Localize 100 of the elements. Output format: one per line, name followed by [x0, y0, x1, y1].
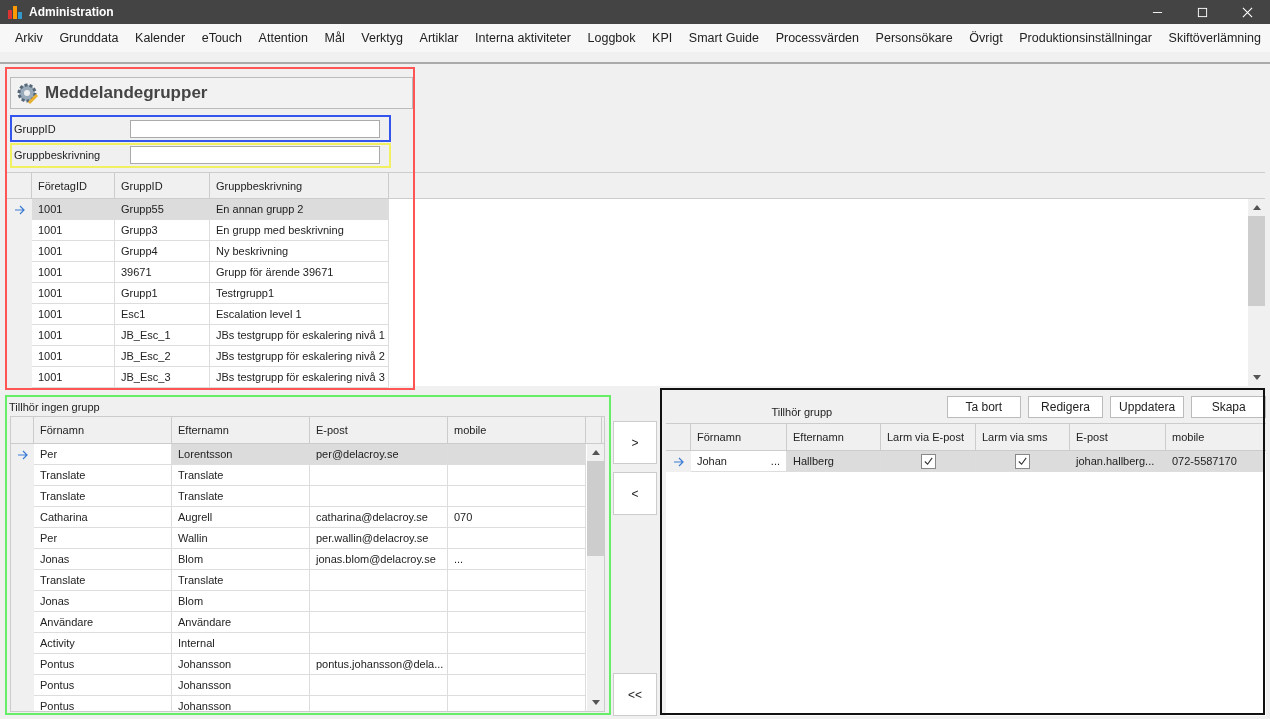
menu-item[interactable]: Grunddata: [59, 31, 119, 45]
table-row[interactable]: Användare Användare: [11, 612, 587, 633]
gear-icon: [15, 81, 39, 105]
menu-item[interactable]: Loggbok: [587, 31, 636, 45]
action-button[interactable]: Redigera: [1028, 396, 1103, 418]
menu-item[interactable]: Kalender: [135, 31, 186, 45]
table-cell: Pontus: [40, 658, 75, 670]
table-row[interactable]: Catharina Augrell catharina@delacroy.se 070: [11, 507, 587, 528]
column-header[interactable]: Förnamn: [691, 424, 787, 450]
column-header[interactable]: E-post: [1070, 424, 1166, 450]
column-header[interactable]: Efternamn: [172, 417, 310, 443]
table-cell: Johan: [697, 455, 727, 467]
column-header[interactable]: Larm via E-post: [881, 424, 976, 450]
menu-item[interactable]: Verktyg: [361, 31, 403, 45]
menu-item[interactable]: eTouch: [201, 31, 242, 45]
table-cell: Translate: [178, 469, 224, 481]
menu-item[interactable]: Interna aktiviteter: [475, 31, 571, 45]
check-icon: [922, 455, 934, 467]
ellipsis-button[interactable]: ...: [454, 553, 464, 565]
table-row[interactable]: 1001 JB_Esc_3 JBs testgrupp för eskalering nivå 3: [7, 367, 390, 388]
input-field[interactable]: [130, 120, 380, 138]
action-button[interactable]: Skapa: [1191, 396, 1266, 418]
menu-item[interactable]: Personsökare: [875, 31, 953, 45]
table-row[interactable]: Per Lorentsson per@delacroy.se: [11, 444, 587, 465]
field-label: Gruppbeskrivning: [14, 149, 102, 161]
table-cell: Hallberg: [793, 455, 834, 467]
table-cell: 1001: [32, 199, 115, 220]
table-row[interactable]: 1001 JB_Esc_2 JBs testgrupp för eskalering nivå 2: [7, 346, 390, 367]
move-button[interactable]: <: [613, 472, 657, 515]
table-row[interactable]: Jonas Blom: [11, 591, 587, 612]
arrow-icon: [16, 449, 29, 460]
column-header[interactable]: FöretagID: [32, 173, 115, 198]
menu-item[interactable]: Skiftöverlämning: [1168, 31, 1261, 45]
table-row[interactable]: Jonas Blom jonas.blom@delacroy.se ...: [11, 549, 587, 570]
table-cell: Lorentsson: [178, 448, 233, 460]
table-row[interactable]: 1001 39671 Grupp för ärende 39671: [7, 262, 390, 283]
check-icon: [1017, 455, 1028, 467]
menu-item[interactable]: Produktionsinställningar: [1019, 31, 1152, 45]
action-button[interactable]: Ta bort: [946, 396, 1022, 418]
column-header[interactable]: mobile: [448, 417, 586, 443]
table-cell: Augrell: [178, 511, 213, 523]
table-row[interactable]: 1001 Grupp55 En annan grupp 2: [7, 199, 390, 220]
column-header[interactable]: mobile: [1166, 424, 1265, 450]
scrollbar[interactable]: [1248, 199, 1265, 386]
table-row[interactable]: 1001 Grupp1 Testrgrupp1: [7, 283, 390, 304]
table-row[interactable]: Pontus Johansson pontus.johansson@dela...: [11, 654, 587, 675]
scrollbar[interactable]: [587, 444, 604, 711]
panel-title: Tillhör ingen grupp: [9, 400, 101, 415]
table-cell: Användare: [40, 616, 94, 628]
table-row[interactable]: 1001 Grupp4 Ny beskrivning: [7, 241, 390, 262]
table-cell: Johansson: [178, 679, 232, 691]
table-row[interactable]: Johan ... Hallberg johan.hallberg... 072-5587170: [666, 451, 1266, 472]
arrow-icon: [672, 456, 685, 467]
table-row[interactable]: 1001 Esc1 Escalation level 1: [7, 304, 390, 325]
table-row[interactable]: Pontus Johansson: [11, 696, 587, 711]
table-cell: 072-5587170: [1172, 455, 1237, 467]
table-cell: Translate: [40, 469, 86, 481]
ellipsis-button[interactable]: ...: [770, 455, 780, 467]
table-cell: Jonas: [40, 553, 70, 565]
table-row[interactable]: 1001 JB_Esc_1 JBs testgrupp för eskalering nivå 1: [7, 325, 390, 346]
table-row[interactable]: Activity Internal: [11, 633, 587, 654]
column-header[interactable]: E-post: [310, 417, 448, 443]
menu-item[interactable]: Processvärden: [775, 31, 859, 45]
menu-item[interactable]: Övrigt: [969, 31, 1003, 45]
arrow-icon: [13, 204, 26, 215]
checkbox[interactable]: [920, 453, 936, 469]
column-header[interactable]: Larm via sms: [976, 424, 1070, 450]
table-cell: Pontus: [40, 679, 75, 691]
table-row[interactable]: Translate Translate: [11, 486, 587, 507]
menu-item[interactable]: Smart Guide: [688, 31, 760, 45]
table-cell: per.wallin@delacroy.se: [316, 532, 429, 544]
table-row[interactable]: Translate Translate: [11, 570, 587, 591]
table-cell: 1001: [32, 367, 115, 388]
column-header[interactable]: GruppID: [115, 173, 210, 198]
menu-item[interactable]: Attention: [258, 31, 308, 45]
column-header[interactable]: Gruppbeskrivning: [210, 173, 389, 198]
column-header[interactable]: Efternamn: [787, 424, 881, 450]
menu-item[interactable]: Arkiv: [15, 31, 43, 45]
table-cell: Johansson: [178, 700, 232, 711]
table-row[interactable]: Translate Translate: [11, 465, 587, 486]
table-cell: Pontus: [40, 700, 75, 711]
table-cell: Internal: [178, 637, 215, 649]
move-button[interactable]: >: [613, 421, 657, 464]
close-icon[interactable]: [1242, 6, 1253, 18]
menu-item[interactable]: Mål: [324, 31, 345, 45]
checkbox[interactable]: [1015, 453, 1030, 469]
table-row[interactable]: Per Wallin per.wallin@delacroy.se: [11, 528, 587, 549]
page-title: Meddelandegrupper: [45, 83, 208, 103]
table-cell: Johansson: [178, 658, 232, 670]
maximize-icon[interactable]: [1197, 6, 1208, 18]
action-button[interactable]: Uppdatera: [1109, 396, 1185, 418]
table-cell: Translate: [40, 574, 86, 586]
move-button[interactable]: <<: [613, 673, 657, 716]
menu-item[interactable]: Artiklar: [419, 31, 459, 45]
menu-item[interactable]: KPI: [652, 31, 673, 45]
table-cell: Användare: [178, 616, 232, 628]
column-header[interactable]: Förnamn: [34, 417, 172, 443]
input-field[interactable]: [130, 146, 380, 164]
table-row[interactable]: 1001 Grupp3 En grupp med beskrivning: [7, 220, 390, 241]
table-row[interactable]: Pontus Johansson: [11, 675, 587, 696]
